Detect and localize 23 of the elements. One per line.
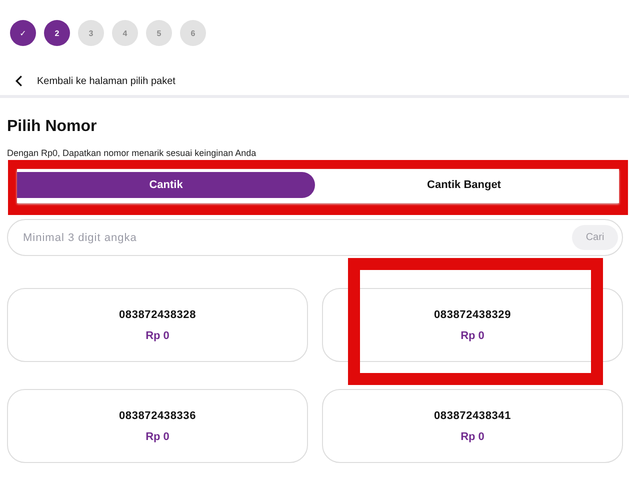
phone-number: 083872438328: [118, 308, 196, 320]
page-title: Pilih Nomor: [7, 118, 98, 136]
number-card[interactable]: 083872438341 Rp 0: [322, 389, 623, 463]
price: Rp 0: [460, 430, 484, 442]
step-indicator: 5: [146, 20, 172, 46]
number-card[interactable]: 083872438328 Rp 0: [7, 288, 308, 362]
price: Rp 0: [146, 330, 170, 342]
step-indicator: 6: [180, 20, 206, 46]
phone-number: 083872438341: [434, 410, 511, 422]
phone-number: 083872438336: [118, 410, 196, 422]
number-card[interactable]: 083872438329 Rp 0: [322, 288, 623, 362]
back-link[interactable]: Kembali ke halaman pilih paket: [37, 76, 176, 86]
number-card[interactable]: 083872438336 Rp 0: [7, 389, 308, 463]
step-indicator: 2: [44, 20, 70, 46]
step-indicator: ✓: [10, 20, 36, 46]
step-indicator: 3: [78, 20, 104, 46]
tab[interactable]: Cantik: [17, 172, 315, 198]
step-indicator: 4: [112, 20, 138, 46]
price: Rp 0: [146, 430, 170, 442]
page-subtitle: Dengan Rp0, Dapatkan nomor menarik sesuai keinginan Anda: [7, 148, 258, 158]
phone-number: 083872438329: [434, 308, 511, 320]
price: Rp 0: [460, 330, 484, 342]
back-icon[interactable]: [15, 75, 23, 87]
